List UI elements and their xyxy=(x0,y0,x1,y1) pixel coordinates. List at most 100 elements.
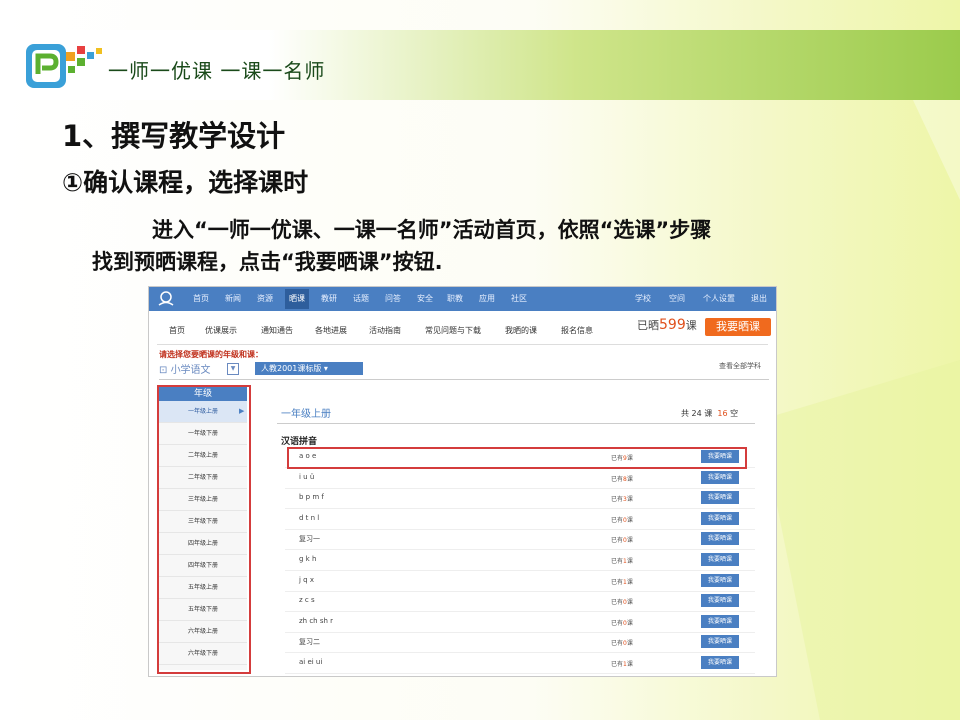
total-highlight: 16 xyxy=(717,409,728,418)
logo-text: 一师一优课 一课一名师 xyxy=(108,59,326,83)
edition-label: 人教2001课标版 xyxy=(261,364,322,373)
top-nav-item[interactable]: 安全 xyxy=(417,293,433,304)
count-prefix: 已有 xyxy=(611,516,624,524)
logo-icon xyxy=(26,44,102,88)
lesson-name: i u ü xyxy=(299,472,315,481)
lesson-count: 已有1课 xyxy=(611,659,633,668)
top-nav-item[interactable]: 话题 xyxy=(353,293,369,304)
count-prefix: 已有 xyxy=(611,558,624,565)
lesson-count: 已有0课 xyxy=(611,638,633,647)
sub-nav-item[interactable]: 我晒的课 xyxy=(505,325,537,336)
lesson-count: 已有1课 xyxy=(611,556,633,565)
lesson-name: g k h xyxy=(299,555,317,563)
count-suffix: 课 xyxy=(626,516,633,524)
unit-title: 汉语拼音 xyxy=(281,437,318,447)
top-nav-item-active[interactable]: 晒课 xyxy=(285,289,309,309)
instruction-line-2: 找到预晒课程，点击“我要晒课”按钮. xyxy=(92,250,443,274)
lesson-row: z c s 已有0课 我要晒课 xyxy=(285,591,755,613)
view-all-subjects-link[interactable]: 查看全部学科 xyxy=(719,361,761,371)
sub-nav-item[interactable]: 常见问题与下载 xyxy=(425,325,481,336)
share-lesson-button[interactable]: 我要晒课 xyxy=(701,573,739,587)
lesson-count: 已有8课 xyxy=(611,474,633,483)
lesson-row: zh ch sh r 已有0课 我要晒课 xyxy=(285,612,755,633)
lesson-count: 已有3课 xyxy=(611,494,633,503)
slide-subheading: ①确认课程，选择课时 xyxy=(62,168,309,197)
top-link-school[interactable]: 学校 xyxy=(635,293,651,304)
instruction-line-1: 进入“一师一优课、一课一名师”活动首页，依照“选课”步骤 xyxy=(152,218,712,242)
sub-nav-item[interactable]: 通知通告 xyxy=(261,325,293,336)
top-nav-item[interactable]: 职教 xyxy=(447,293,463,304)
count-suffix: 课 xyxy=(626,558,633,565)
sub-nav-item[interactable]: 报名信息 xyxy=(561,325,593,336)
lesson-row: g k h 已有1课 我要晒课 xyxy=(285,550,755,571)
count-prefix: 已有 xyxy=(611,661,624,668)
count-prefix: 已有 xyxy=(611,640,624,648)
top-link-logout[interactable]: 退出 xyxy=(751,293,767,304)
selection-prompt: 请选择您要晒课的年级和课： xyxy=(159,350,263,359)
share-lesson-button[interactable]: 我要晒课 xyxy=(701,614,739,628)
top-nav-item[interactable]: 应用 xyxy=(479,293,495,304)
lesson-count: 已有0课 xyxy=(611,515,633,524)
top-nav-item[interactable]: 新闻 xyxy=(225,293,241,304)
lesson-row: i u ü 已有8课 我要晒课 xyxy=(285,468,755,489)
sub-nav-item[interactable]: 各地进展 xyxy=(315,325,347,336)
site-top-nav: 首页 新闻 资源 晒课 教研 话题 问答 安全 职教 应用 社区 学校 空间 个… xyxy=(149,287,776,311)
divider xyxy=(157,344,768,345)
count-prefix: 已有 xyxy=(611,496,624,504)
subject-label: 小学语文 xyxy=(170,365,211,376)
lesson-name: zh ch sh r xyxy=(299,616,334,625)
top-nav-item[interactable]: 社区 xyxy=(511,293,527,304)
sub-nav-item[interactable]: 优课展示 xyxy=(205,325,237,336)
share-lesson-button[interactable]: 我要晒课 xyxy=(701,656,739,669)
lesson-name: b p m f xyxy=(299,493,324,502)
share-lesson-button[interactable]: 我要晒课 xyxy=(701,532,739,546)
count-prefix: 已有 xyxy=(611,599,624,607)
grade-highlight-box xyxy=(157,385,251,674)
lesson-highlight-box xyxy=(287,447,747,469)
lesson-row: 复习二 已有0课 我要晒课 xyxy=(285,632,755,654)
lesson-name: ai ei ui xyxy=(299,658,323,666)
shared-prefix: 已晒 xyxy=(637,319,659,332)
total-suffix: 空 xyxy=(730,409,739,418)
share-lesson-button[interactable]: 我要晒课 xyxy=(701,511,739,525)
lesson-name: d t n l xyxy=(299,513,320,522)
lesson-count: 已有0课 xyxy=(611,618,633,627)
top-nav-item[interactable]: 教研 xyxy=(321,293,337,304)
subject-select[interactable]: ⊡ 小学语文 xyxy=(159,361,211,376)
lesson-count: 已有1课 xyxy=(611,577,633,586)
lesson-row: b p m f 已有3课 我要晒课 xyxy=(285,488,755,510)
count-suffix: 课 xyxy=(626,475,633,483)
shared-unit: 课 xyxy=(685,319,697,332)
share-lesson-button[interactable]: 我要晒课 xyxy=(701,594,739,608)
lesson-name: z c s xyxy=(299,596,315,605)
share-course-button[interactable]: 我要晒课 xyxy=(705,318,771,336)
shared-number: 599 xyxy=(659,317,686,333)
site-logo-icon[interactable] xyxy=(157,290,175,308)
top-nav-item[interactable]: 问答 xyxy=(385,293,401,304)
count-prefix: 已有 xyxy=(611,619,624,627)
count-suffix: 课 xyxy=(626,578,633,586)
top-nav-item[interactable]: 资源 xyxy=(257,293,273,304)
edition-select[interactable]: 人教2001课标版 ▾ xyxy=(255,362,363,375)
count-suffix: 课 xyxy=(626,619,633,627)
section-title: 一年级上册 xyxy=(281,409,331,420)
instruction-paragraph: 进入“一师一优课、一课一名师”活动首页，依照“选课”步骤 找到预晒课程，点击“我… xyxy=(92,214,932,278)
share-lesson-button[interactable]: 我要晒课 xyxy=(701,553,739,566)
lesson-count: 已有0课 xyxy=(611,535,633,544)
top-nav-item[interactable]: 首页 xyxy=(193,293,209,304)
share-lesson-button[interactable]: 我要晒课 xyxy=(701,491,739,505)
share-lesson-button[interactable]: 我要晒课 xyxy=(701,470,739,484)
share-lesson-button[interactable]: 我要晒课 xyxy=(701,635,739,649)
lesson-row: ai ei ui 已有1课 我要晒课 xyxy=(285,653,755,674)
lesson-name: j q x xyxy=(299,575,314,584)
top-link-space[interactable]: 空间 xyxy=(669,293,685,304)
count-suffix: 课 xyxy=(626,640,633,648)
total-prefix: 共 24 课 xyxy=(681,409,713,418)
chevron-down-icon[interactable]: ▼ xyxy=(227,363,239,375)
lesson-row: 复习一 已有0课 我要晒课 xyxy=(285,529,755,551)
sub-nav-item[interactable]: 活动指南 xyxy=(369,325,401,336)
divider xyxy=(159,379,769,380)
top-link-settings[interactable]: 个人设置 xyxy=(703,293,735,304)
count-prefix: 已有 xyxy=(611,578,624,586)
sub-nav-item[interactable]: 首页 xyxy=(169,325,185,336)
